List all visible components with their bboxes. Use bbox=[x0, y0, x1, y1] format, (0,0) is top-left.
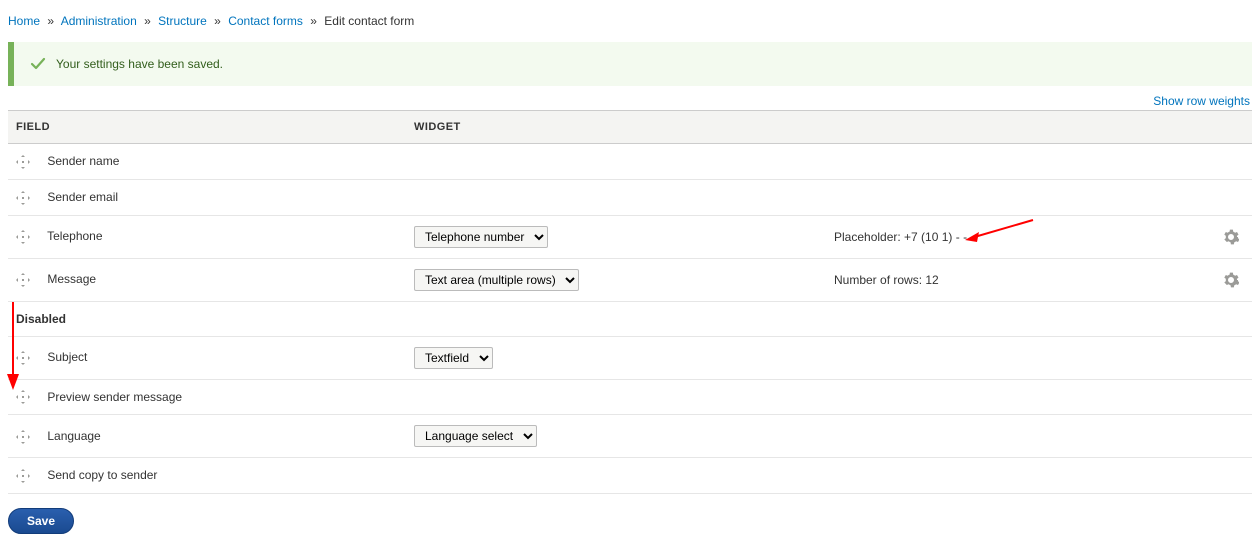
breadcrumb-link-structure[interactable]: Structure bbox=[158, 14, 207, 28]
status-message: Your settings have been saved. bbox=[8, 42, 1252, 86]
col-header-widget: Widget bbox=[406, 111, 826, 144]
breadcrumb: Home » Administration » Structure » Cont… bbox=[8, 8, 1252, 36]
fields-table: Field Widget Sender name Sender bbox=[8, 110, 1252, 494]
drag-handle-icon[interactable] bbox=[16, 469, 34, 483]
col-header-summary bbox=[826, 111, 1196, 144]
table-row: Message Text area (multiple rows) Number… bbox=[8, 258, 1252, 301]
widget-select-telephone[interactable]: Telephone number bbox=[414, 226, 548, 248]
settings-button[interactable] bbox=[1218, 226, 1244, 248]
widget-summary: Number of rows: 12 bbox=[834, 273, 939, 287]
widget-summary: Placeholder: +7 (10 1) - - - bbox=[834, 230, 974, 244]
field-label: Sender email bbox=[47, 190, 118, 204]
field-label: Preview sender message bbox=[47, 390, 182, 404]
table-row: Preview sender message bbox=[8, 379, 1252, 415]
field-label: Send copy to sender bbox=[47, 468, 157, 482]
widget-select-message[interactable]: Text area (multiple rows) bbox=[414, 269, 579, 291]
field-label: Telephone bbox=[47, 229, 102, 243]
field-label: Language bbox=[47, 429, 100, 443]
table-row: Send copy to sender bbox=[8, 458, 1252, 494]
field-label: Subject bbox=[47, 350, 87, 364]
breadcrumb-link-administration[interactable]: Administration bbox=[61, 14, 137, 28]
table-toolbar: Show row weights bbox=[8, 88, 1252, 110]
table-row: Sender email bbox=[8, 179, 1252, 215]
status-message-text: Your settings have been saved. bbox=[56, 57, 223, 71]
widget-select-language[interactable]: Language select bbox=[414, 425, 537, 447]
col-header-field: Field bbox=[8, 111, 406, 144]
check-icon bbox=[30, 56, 46, 72]
drag-handle-icon[interactable] bbox=[16, 430, 34, 444]
save-button[interactable]: Save bbox=[8, 508, 74, 534]
widget-select-subject[interactable]: Textfield bbox=[414, 347, 493, 369]
breadcrumb-sep: » bbox=[47, 14, 54, 28]
drag-handle-icon[interactable] bbox=[16, 230, 34, 244]
table-row: Subject Textfield bbox=[8, 336, 1252, 379]
show-row-weights-link[interactable]: Show row weights bbox=[1153, 94, 1250, 108]
breadcrumb-link-home[interactable]: Home bbox=[8, 14, 40, 28]
breadcrumb-sep: » bbox=[214, 14, 221, 28]
drag-handle-icon[interactable] bbox=[16, 390, 34, 404]
drag-handle-icon[interactable] bbox=[16, 155, 34, 169]
breadcrumb-sep: » bbox=[310, 14, 317, 28]
field-label: Message bbox=[47, 272, 96, 286]
drag-handle-icon[interactable] bbox=[16, 191, 34, 205]
table-row: Telephone Telephone number Placeholder: … bbox=[8, 215, 1252, 258]
breadcrumb-sep: » bbox=[144, 14, 151, 28]
breadcrumb-current: Edit contact form bbox=[324, 14, 414, 28]
drag-handle-icon[interactable] bbox=[16, 351, 34, 365]
col-header-ops bbox=[1196, 111, 1252, 144]
table-row: Language Language select bbox=[8, 415, 1252, 458]
field-label: Sender name bbox=[47, 154, 119, 168]
section-header-disabled: Disabled bbox=[8, 301, 1252, 336]
breadcrumb-link-contact-forms[interactable]: Contact forms bbox=[228, 14, 303, 28]
drag-handle-icon[interactable] bbox=[16, 273, 34, 287]
table-row: Sender name bbox=[8, 144, 1252, 180]
settings-button[interactable] bbox=[1218, 269, 1244, 291]
